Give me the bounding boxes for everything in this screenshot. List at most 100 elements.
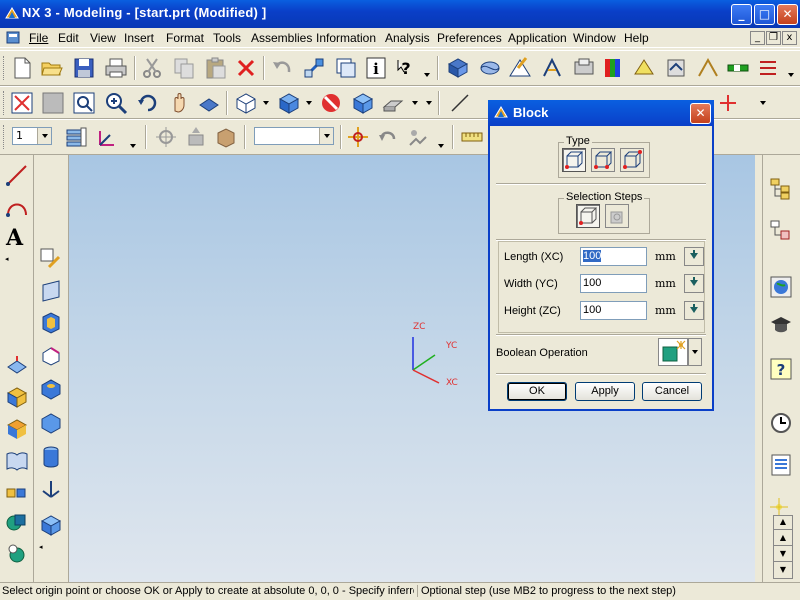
surface-icon[interactable]: [478, 56, 502, 80]
rotate-back-icon[interactable]: [376, 125, 400, 149]
dropdown-arrow-icon[interactable]: [438, 144, 444, 148]
lock-icon[interactable]: [406, 125, 430, 149]
menu-format[interactable]: Format: [166, 31, 204, 45]
apply-button[interactable]: Apply: [575, 382, 635, 401]
drafting-icon[interactable]: [540, 56, 564, 80]
layer-settings-icon[interactable]: [64, 125, 88, 149]
menu-edit[interactable]: Edit: [58, 31, 79, 45]
menu-file[interactable]: File: [29, 31, 48, 45]
edit-object-display-icon[interactable]: [302, 56, 326, 80]
boss-icon[interactable]: [39, 411, 63, 435]
delete-icon[interactable]: [234, 56, 258, 80]
selection-filter-combo[interactable]: [254, 127, 334, 145]
arc-tool-icon[interactable]: [5, 195, 29, 219]
subtract-icon[interactable]: [5, 541, 29, 565]
zoom-in-out-icon[interactable]: [104, 91, 128, 115]
fit-icon[interactable]: [10, 91, 34, 115]
step-second-point-button[interactable]: [605, 204, 629, 228]
part-navigator-icon[interactable]: [769, 219, 793, 243]
line-tool-icon[interactable]: [5, 163, 29, 187]
datum-plane-icon[interactable]: [39, 279, 63, 303]
mdi-minimize-button[interactable]: _: [750, 31, 765, 45]
wcs-icon[interactable]: [96, 125, 120, 149]
type-two-diagonal-points-button[interactable]: [620, 148, 644, 172]
dropdown-arrow-icon[interactable]: [263, 101, 269, 105]
menu-assemblies[interactable]: Assemblies: [251, 31, 312, 45]
new-file-icon[interactable]: [10, 56, 34, 80]
package-icon[interactable]: [214, 125, 238, 149]
ok-button[interactable]: OK: [507, 382, 567, 401]
history-icon[interactable]: [769, 411, 793, 435]
scroll-up-icon[interactable]: ▲: [774, 516, 792, 530]
copy-icon[interactable]: [172, 56, 196, 80]
length-input[interactable]: 100: [580, 247, 647, 266]
print-icon[interactable]: [104, 56, 128, 80]
minimize-button[interactable]: _: [731, 4, 752, 25]
information-icon[interactable]: i: [364, 56, 388, 80]
dropdown-arrow-icon[interactable]: [760, 101, 766, 105]
line-icon[interactable]: [448, 91, 472, 115]
undo-icon[interactable]: [270, 56, 294, 80]
sketch-icon[interactable]: [508, 56, 532, 80]
view-orient-icon[interactable]: [197, 91, 221, 115]
shape-studio-icon[interactable]: [632, 56, 656, 80]
dialog-title-bar[interactable]: Block ✕: [488, 100, 714, 126]
dropdown-arrow-icon[interactable]: [130, 144, 136, 148]
menu-analysis[interactable]: Analysis: [385, 31, 430, 45]
help-icon[interactable]: ?: [769, 357, 793, 381]
open-folder-icon[interactable]: [40, 56, 64, 80]
cancel-button[interactable]: Cancel: [642, 382, 702, 401]
close-button[interactable]: ✕: [777, 4, 798, 25]
measure-distance-icon[interactable]: [460, 125, 484, 149]
unite-icon[interactable]: [5, 511, 29, 535]
save-icon[interactable]: [72, 56, 96, 80]
dropdown-arrow-icon[interactable]: [424, 73, 430, 77]
boolean-operation-button[interactable]: [658, 338, 688, 366]
block-shaded-icon[interactable]: [351, 91, 375, 115]
menu-window[interactable]: Window: [573, 31, 616, 45]
mdi-restore-button[interactable]: ❐: [766, 31, 781, 45]
height-input[interactable]: 100: [580, 301, 647, 320]
system-materials-icon[interactable]: [769, 453, 793, 477]
paste-icon[interactable]: [204, 56, 228, 80]
menu-tools[interactable]: Tools: [213, 31, 241, 45]
no-hidden-icon[interactable]: [319, 91, 343, 115]
shell-icon[interactable]: [39, 311, 63, 335]
manufacturing-icon[interactable]: [572, 56, 596, 80]
zoom-window-icon[interactable]: [41, 91, 65, 115]
text-tool-icon[interactable]: A: [6, 225, 23, 251]
assembly-navigator-icon[interactable]: [769, 177, 793, 201]
height-inference-button[interactable]: [684, 301, 704, 320]
zoom-icon[interactable]: [72, 91, 96, 115]
width-input[interactable]: 100: [580, 274, 647, 293]
layer-settings-icon[interactable]: [334, 56, 358, 80]
menu-application[interactable]: Application: [508, 31, 567, 45]
gateway-icon[interactable]: [696, 56, 720, 80]
menu-view[interactable]: View: [90, 31, 116, 45]
length-inference-button[interactable]: [684, 247, 704, 266]
scroll-down-icon[interactable]: ▼: [774, 564, 792, 578]
help-on-context-icon[interactable]: ?: [396, 56, 420, 80]
wireframe-view-icon[interactable]: [234, 91, 258, 115]
sketch-tool-icon[interactable]: [39, 247, 63, 271]
selection-filter-icon[interactable]: [346, 125, 370, 149]
cube-icon[interactable]: [39, 513, 63, 537]
type-two-points-height-button[interactable]: [591, 148, 615, 172]
extrude-icon[interactable]: [5, 353, 29, 377]
dropdown-arrow-icon[interactable]: [306, 101, 312, 105]
document-icon[interactable]: [6, 31, 22, 45]
type-origin-and-edge-lengths-button[interactable]: [562, 148, 586, 172]
analysis-colors-icon[interactable]: [602, 56, 626, 80]
assemblies-icon[interactable]: [446, 56, 470, 80]
move-icon[interactable]: [184, 125, 208, 149]
book-icon[interactable]: [5, 449, 29, 473]
point-icon[interactable]: [716, 91, 740, 115]
cut-icon[interactable]: [140, 56, 164, 80]
menu-preferences[interactable]: Preferences: [437, 31, 502, 45]
training-icon[interactable]: [769, 313, 793, 337]
menu-help[interactable]: Help: [624, 31, 649, 45]
scroll-down-icon[interactable]: ▼: [774, 548, 792, 562]
web-browser-icon[interactable]: [769, 275, 793, 299]
boolean-operation-dropdown[interactable]: [688, 338, 702, 366]
dropdown-arrow-icon[interactable]: [788, 73, 794, 77]
